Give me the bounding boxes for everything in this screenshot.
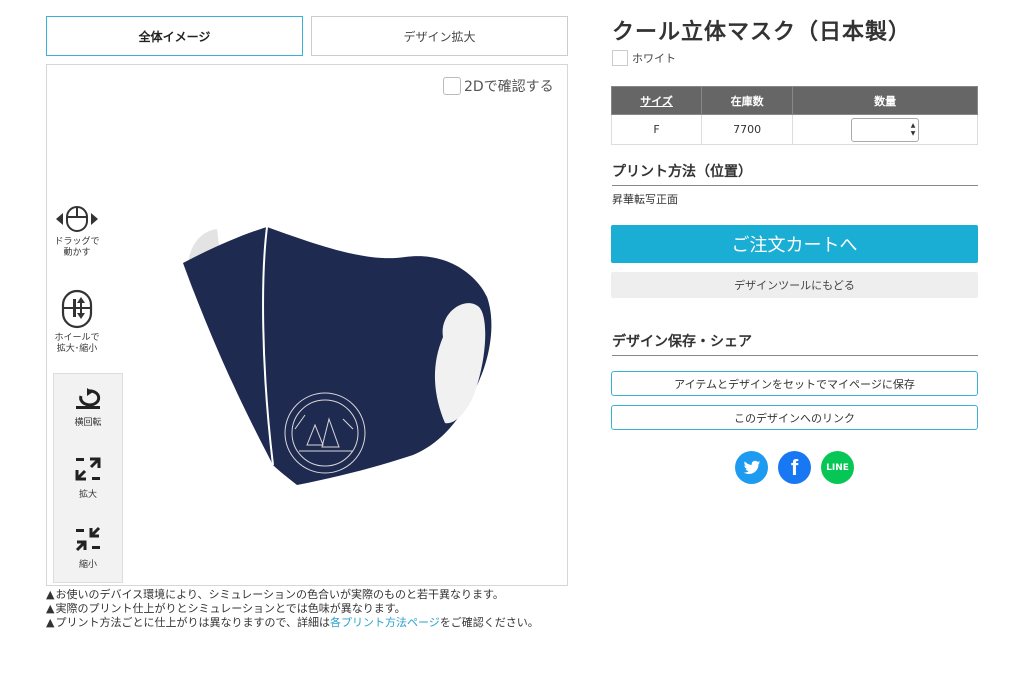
- quantity-header: 数量: [792, 86, 978, 115]
- notice-item: ▲実際のプリント仕上がりとシミュレーションとでは色味が異なります。: [46, 602, 406, 615]
- color-swatch[interactable]: [612, 50, 628, 66]
- expand-icon: [75, 457, 101, 481]
- print-method-heading: プリント方法（位置）: [612, 161, 978, 186]
- line-icon: LINE: [826, 462, 849, 473]
- spinner-arrows[interactable]: ▲ ▼: [908, 119, 918, 141]
- warning-icon: ▲: [46, 616, 55, 629]
- spin-down-icon[interactable]: ▼: [911, 130, 916, 138]
- save-to-mypage-button[interactable]: アイテムとデザインをセットでマイページに保存: [611, 371, 978, 396]
- tab-design-zoom[interactable]: デザイン拡大: [311, 16, 568, 56]
- zoom-in-button[interactable]: 拡大: [54, 456, 122, 500]
- warning-icon: ▲: [46, 602, 55, 615]
- size-header[interactable]: サイズ: [610, 86, 703, 115]
- quantity-cell: ▲ ▼: [792, 114, 978, 145]
- zoom-in-label: 拡大: [78, 490, 97, 500]
- rotate-icon: [76, 388, 101, 409]
- twitter-share-button[interactable]: [735, 451, 768, 484]
- mouse-drag-icon: [56, 206, 98, 232]
- stock-cell: 7700: [701, 114, 794, 145]
- color-name: ホワイト: [632, 52, 676, 65]
- zoom-out-label: 縮小: [78, 560, 97, 570]
- view-2d-toggle[interactable]: 2Dで確認する: [443, 76, 554, 96]
- print-method-page-link[interactable]: 各プリント方法ページ: [330, 616, 440, 629]
- mouse-wheel-icon: [61, 289, 93, 329]
- twitter-icon: [743, 460, 760, 474]
- notice-item: ▲お使いのデバイス環境により、シミュレーションの色合いが実際のものと若干異なりま…: [46, 588, 504, 601]
- color-selector[interactable]: ホワイト: [612, 50, 676, 66]
- view-2d-label: 2Dで確認する: [464, 79, 554, 95]
- drag-hint-text: ドラッグで 動かす: [54, 237, 100, 258]
- order-cart-button[interactable]: ご注文カートへ: [611, 225, 978, 263]
- stock-header: 在庫数: [701, 86, 794, 115]
- product-title: クール立体マスク（日本製）: [612, 20, 912, 45]
- quantity-stepper[interactable]: ▲ ▼: [851, 117, 920, 142]
- facebook-icon: f: [790, 454, 799, 480]
- rotate-label: 横回転: [74, 418, 102, 428]
- facebook-share-button[interactable]: f: [778, 451, 811, 484]
- line-share-button[interactable]: LINE: [821, 451, 854, 484]
- back-to-design-tool-button[interactable]: デザインツールにもどる: [611, 272, 978, 298]
- shrink-icon: [75, 526, 101, 552]
- rotate-button[interactable]: 横回転: [54, 388, 122, 428]
- wheel-hint: ホイールで 拡大･縮小: [53, 289, 101, 355]
- preview-panel[interactable]: 2Dで確認する ドラッグで 動かす ホイールで 拡大･縮小 横回転 拡大 縮小: [46, 64, 568, 586]
- notice-item: ▲プリント方法ごとに仕上がりは異なりますので、詳細は各プリント方法ページをご確認…: [46, 616, 539, 629]
- stock-table: サイズ 在庫数 数量 F 7700 ▲ ▼: [610, 86, 978, 145]
- view-2d-checkbox[interactable]: [443, 77, 461, 95]
- design-link-button[interactable]: このデザインへのリンク: [611, 405, 978, 430]
- share-heading: デザイン保存・シェア: [612, 331, 978, 356]
- page: 全体イメージ デザイン拡大 2Dで確認する ドラッグで 動かす ホイールで 拡大…: [0, 0, 1024, 677]
- print-method-value: 昇華転写正面: [612, 193, 678, 206]
- table-row: F 7700 ▲ ▼: [610, 114, 978, 145]
- view-tools: 横回転 拡大 縮小: [53, 373, 123, 583]
- size-cell: F: [610, 114, 703, 145]
- spin-up-icon[interactable]: ▲: [911, 122, 916, 130]
- zoom-out-button[interactable]: 縮小: [54, 526, 122, 570]
- warning-icon: ▲: [46, 588, 55, 601]
- tab-overview[interactable]: 全体イメージ: [46, 16, 303, 56]
- drag-hint: ドラッグで 動かす: [53, 205, 101, 259]
- notice-list: ▲お使いのデバイス環境により、シミュレーションの色合いが実際のものと若干異なりま…: [46, 588, 568, 632]
- mask-preview[interactable]: [177, 215, 497, 495]
- wheel-hint-text: ホイールで 拡大･縮小: [54, 333, 100, 354]
